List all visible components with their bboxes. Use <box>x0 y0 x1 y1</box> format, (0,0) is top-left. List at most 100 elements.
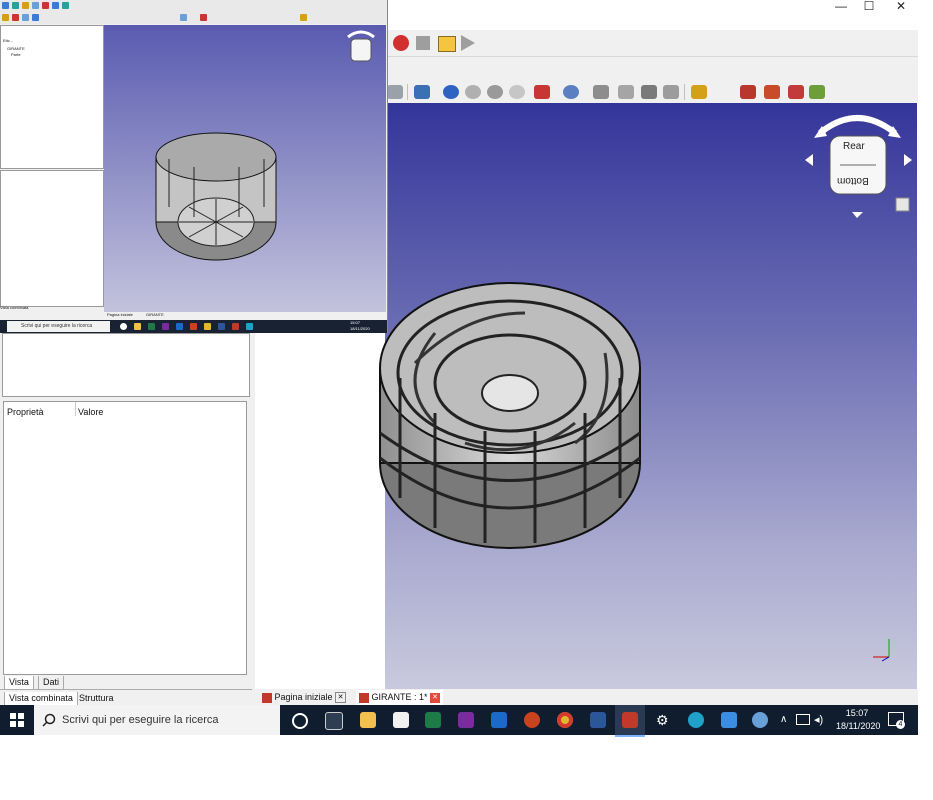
task-view-icon[interactable] <box>325 712 343 730</box>
file-explorer-icon[interactable] <box>360 712 376 728</box>
navcube-top-face: Rear <box>843 141 865 152</box>
onenote-icon[interactable] <box>458 712 474 728</box>
windows-taskbar: Scrivi qui per eseguire la ricerca ⚙ ∧ ◂… <box>0 705 918 737</box>
inset-taskbar-icon <box>204 323 211 330</box>
inset-tool-icon <box>12 14 19 21</box>
girante-tab-label: GIRANTE : 1* <box>371 692 428 702</box>
common-icon[interactable] <box>509 85 525 99</box>
document-tab-bar <box>255 689 918 705</box>
cortana-icon[interactable] <box>292 713 308 729</box>
freecad-icon <box>262 692 272 703</box>
fuse-icon[interactable] <box>487 85 503 99</box>
inset-screenshot: Etic... GIRANTE Parte Vista combinata Pa… <box>0 0 388 333</box>
start-page-label: Pagina iniziale <box>274 692 333 702</box>
inset-tool-icon <box>52 2 59 9</box>
compound-icon[interactable] <box>563 85 579 99</box>
inset-clock: 15:07 18/11/2020 <box>350 320 370 332</box>
outlook-icon[interactable] <box>491 712 507 728</box>
freecad-taskbar-button[interactable] <box>615 705 645 737</box>
view-menu-icon[interactable] <box>414 85 430 99</box>
inset-doc-tab: Pagina iniziale <box>107 312 133 317</box>
cut-icon[interactable] <box>465 85 481 99</box>
model-tree[interactable] <box>2 333 250 397</box>
close-button[interactable]: ✕ <box>884 0 918 12</box>
play-macro-icon[interactable] <box>461 35 475 51</box>
rotate-right-icon[interactable] <box>904 154 912 166</box>
inset-tool-icon <box>2 2 9 9</box>
remote-desktop-icon[interactable] <box>721 712 737 728</box>
powerpoint-icon[interactable] <box>524 712 540 728</box>
word-icon[interactable] <box>590 712 606 728</box>
macro-toolbar <box>387 30 918 56</box>
measure-linear-icon[interactable] <box>691 85 707 99</box>
inset-taskbar-icon <box>232 323 239 330</box>
inset-tool-icon <box>200 14 207 21</box>
tab-structure[interactable]: Struttura <box>75 692 118 705</box>
tab-combined-view[interactable]: Vista combinata <box>4 692 78 706</box>
3d-viewport[interactable]: Rear Bottom <box>379 103 917 689</box>
inset-taskbar-icon <box>134 323 141 330</box>
section-icon[interactable] <box>663 85 679 99</box>
network-app-icon[interactable] <box>752 712 768 728</box>
combo-view-panel: Proprietà Valore Vista Dati Vista combin… <box>0 333 255 706</box>
store-icon[interactable] <box>393 712 409 728</box>
clock[interactable]: 15:07 18/11/2020 <box>836 708 880 731</box>
inset-viewport <box>104 25 386 312</box>
volume-icon[interactable]: ◂) <box>814 713 823 726</box>
axis-cross-icon <box>873 639 890 662</box>
inset-taskbar-icon <box>246 323 253 330</box>
rotate-down-icon[interactable] <box>852 212 863 218</box>
inset-tool-icon <box>180 14 187 21</box>
settings-gear-icon[interactable]: ⚙ <box>656 713 669 727</box>
inset-tool-icon <box>2 14 9 21</box>
inset-tree-item: GIRANTE <box>7 46 25 51</box>
tray-chevron-icon[interactable]: ∧ <box>780 714 787 725</box>
inset-clock-date: 18/11/2020 <box>350 326 370 331</box>
measure-refresh-icon[interactable] <box>764 85 780 99</box>
tab-girante[interactable]: GIRANTE : 1* ✕ <box>356 690 444 705</box>
clock-time: 15:07 <box>845 708 869 718</box>
toolbar-separator <box>407 84 408 100</box>
impeller-model[interactable] <box>375 273 645 563</box>
network-icon[interactable] <box>796 714 810 725</box>
measure-toggle-icon[interactable] <box>809 85 825 99</box>
maximize-button[interactable]: ☐ <box>852 0 886 12</box>
box-icon[interactable] <box>387 85 403 99</box>
measure-angular-icon[interactable] <box>740 85 756 99</box>
tab-view[interactable]: Vista <box>4 676 34 690</box>
measure-clear-icon[interactable] <box>788 85 804 99</box>
rotate-left-icon[interactable] <box>805 154 813 166</box>
freecad-icon <box>622 712 638 728</box>
close-tab-icon[interactable]: ✕ <box>430 692 441 703</box>
edit-macro-icon[interactable] <box>438 36 456 52</box>
property-column-header: Proprietà <box>7 407 44 417</box>
navigation-cube[interactable] <box>800 108 915 218</box>
inset-taskbar: Scrivi qui per eseguire la ricerca 15:07… <box>0 320 387 333</box>
inset-tree-item: Parte <box>11 52 21 57</box>
panel-divider <box>0 689 252 690</box>
view-menu-cube-icon[interactable] <box>895 197 910 212</box>
windows-start-icon[interactable] <box>10 713 24 727</box>
inset-taskbar-icon <box>176 323 183 330</box>
search-box[interactable]: Scrivi qui per eseguire la ricerca <box>34 705 280 735</box>
edge-icon[interactable] <box>688 712 704 728</box>
defeaturing-icon[interactable] <box>641 85 657 99</box>
inset-tool-icon <box>22 2 29 9</box>
close-tab-icon[interactable]: ✕ <box>335 692 347 704</box>
boolean-icon[interactable] <box>443 85 459 99</box>
shape-builder-icon[interactable] <box>593 85 609 99</box>
excel-icon[interactable] <box>425 712 441 728</box>
chrome-icon[interactable] <box>557 712 573 728</box>
search-icon <box>42 713 56 727</box>
inset-tool-icon <box>32 2 39 9</box>
tab-start-page[interactable]: Pagina iniziale ✕ <box>262 690 347 705</box>
navcube-bottom-face: Bottom <box>837 175 869 186</box>
inset-taskbar-icon <box>218 323 225 330</box>
inset-tool-icon <box>12 2 19 9</box>
stop-macro-icon[interactable] <box>416 36 430 50</box>
tab-data[interactable]: Dati <box>38 676 65 690</box>
record-macro-icon[interactable] <box>393 35 409 51</box>
join-icon[interactable] <box>534 85 550 99</box>
property-editor[interactable]: Proprietà Valore <box>3 401 247 675</box>
check-geometry-icon[interactable] <box>618 85 634 99</box>
